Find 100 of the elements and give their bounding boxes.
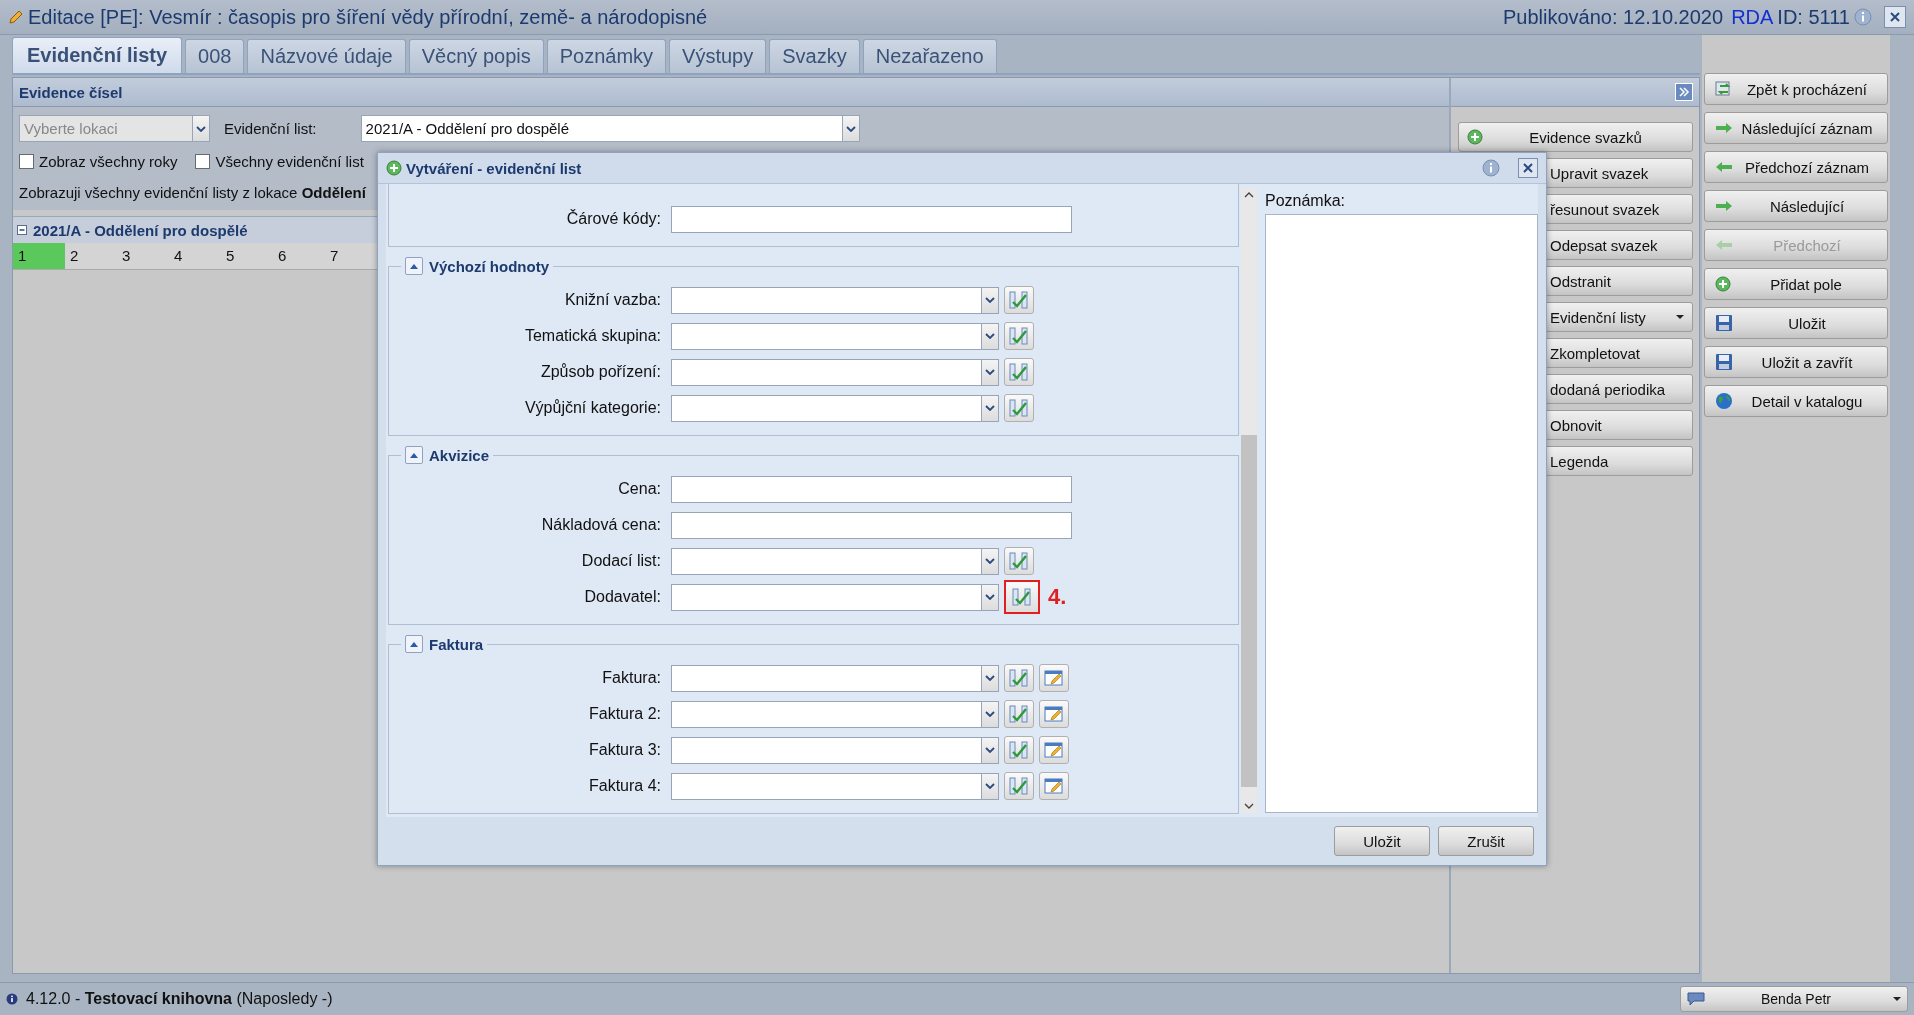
- dropdown-button[interactable]: [981, 700, 999, 728]
- dialog-button[interactable]: Uložit: [1334, 826, 1430, 856]
- issue-cell[interactable]: 1: [13, 243, 65, 269]
- collapse-button[interactable]: [17, 225, 27, 235]
- close-button[interactable]: [1518, 158, 1538, 178]
- tab[interactable]: Věcný popis: [408, 39, 544, 73]
- pick-button[interactable]: [1004, 580, 1040, 614]
- user-button[interactable]: Benda Petr: [1680, 986, 1908, 1012]
- side-button[interactable]: Zpět k procházení: [1704, 73, 1888, 105]
- expand-button[interactable]: [1675, 83, 1693, 101]
- select-field[interactable]: [671, 322, 981, 350]
- tab[interactable]: Svazky: [769, 39, 860, 73]
- edit-button[interactable]: [1039, 700, 1069, 728]
- select-field[interactable]: [671, 394, 981, 422]
- dialog-title: Vytváření - evidenční list: [406, 159, 582, 177]
- tab[interactable]: Výstupy: [669, 39, 767, 73]
- info-icon: [6, 993, 18, 1005]
- chevron-down-icon: [845, 125, 856, 132]
- location-field[interactable]: Vyberte lokaci: [19, 115, 192, 142]
- side-button[interactable]: Následující záznam: [1704, 112, 1888, 144]
- plus-icon: [1467, 129, 1483, 145]
- issue-cell[interactable]: 7: [325, 243, 377, 269]
- issue-cell[interactable]: 2: [65, 243, 117, 269]
- side-button[interactable]: Následující: [1704, 190, 1888, 222]
- dropdown-button[interactable]: [981, 394, 999, 422]
- checkbox[interactable]: [195, 153, 211, 169]
- chevron-down-icon: [985, 558, 995, 564]
- side-button[interactable]: Uložit: [1704, 307, 1888, 339]
- select-field[interactable]: [671, 664, 981, 692]
- triangle-icon: [409, 452, 419, 458]
- collapse-button[interactable]: [405, 257, 423, 275]
- field-label: Způsob pořízení:: [539, 363, 662, 381]
- field-label: Výpůjční kategorie:: [523, 399, 662, 417]
- info-icon[interactable]: [1854, 8, 1872, 26]
- tab[interactable]: Poznámky: [546, 39, 667, 73]
- select-field[interactable]: [671, 286, 981, 314]
- select-field[interactable]: [671, 547, 981, 575]
- select-field[interactable]: [671, 583, 981, 611]
- dropdown-button[interactable]: [981, 547, 999, 575]
- tab[interactable]: 008: [185, 39, 245, 73]
- side-button[interactable]: Přidat pole: [1704, 268, 1888, 300]
- checkbox[interactable]: [19, 153, 34, 169]
- dropdown-button[interactable]: [981, 664, 999, 692]
- step-number: 4.: [1048, 584, 1067, 610]
- pick-button[interactable]: [1004, 547, 1034, 575]
- dropdown-button[interactable]: [981, 286, 999, 314]
- pick-button[interactable]: [1004, 664, 1034, 692]
- side-button[interactable]: Uložit a zavřít: [1704, 346, 1888, 378]
- tab[interactable]: Nezařazeno: [862, 39, 997, 73]
- side-button[interactable]: Předchozí záznam: [1704, 151, 1888, 183]
- section-title: Akvizice: [429, 446, 490, 464]
- select-field[interactable]: [671, 358, 981, 386]
- pick-button[interactable]: [1004, 394, 1034, 422]
- info-text: Zobrazuji všechny evidenční listy z lokace Oddělení: [19, 183, 366, 201]
- field-label: Nákladová cena:: [540, 516, 662, 534]
- pick-button[interactable]: [1004, 322, 1034, 350]
- collapse-button[interactable]: [405, 446, 423, 464]
- pick-button[interactable]: [1004, 700, 1034, 728]
- pick-button[interactable]: [1004, 358, 1034, 386]
- section-title: Faktura: [429, 635, 484, 653]
- scrollbar[interactable]: [1241, 188, 1257, 813]
- side-button[interactable]: Detail v katalogu: [1704, 385, 1888, 417]
- pencil-icon: [8, 9, 24, 25]
- input-field[interactable]: [671, 475, 1072, 503]
- chevron-down-icon: [985, 747, 995, 753]
- note-field[interactable]: [1265, 214, 1538, 813]
- volume-button[interactable]: Evidence svazků: [1458, 122, 1693, 152]
- issue-cell[interactable]: 4: [169, 243, 221, 269]
- pick-button[interactable]: [1004, 772, 1034, 800]
- dropdown-button[interactable]: [981, 736, 999, 764]
- dropdown-button[interactable]: [981, 583, 999, 611]
- tab[interactable]: Názvové údaje: [247, 39, 406, 73]
- pick-button[interactable]: [1004, 736, 1034, 764]
- dropdown-button[interactable]: [981, 322, 999, 350]
- close-button[interactable]: [1884, 6, 1906, 28]
- input-field[interactable]: [671, 511, 1072, 539]
- collapse-button[interactable]: [405, 635, 423, 653]
- tab[interactable]: Evidenční listy: [12, 37, 183, 73]
- select-field[interactable]: [671, 772, 981, 800]
- select-field[interactable]: [671, 700, 981, 728]
- dropdown-button[interactable]: [981, 358, 999, 386]
- pick-button[interactable]: [1004, 286, 1034, 314]
- issue-cell[interactable]: 5: [221, 243, 273, 269]
- minus-icon: [17, 225, 27, 235]
- info-icon[interactable]: [1482, 159, 1500, 177]
- chevron-down-icon: [985, 405, 995, 411]
- select-field[interactable]: [671, 736, 981, 764]
- dialog-button[interactable]: Zrušit: [1438, 826, 1534, 856]
- dropdown-button[interactable]: [981, 772, 999, 800]
- field-label: Cena:: [617, 480, 662, 498]
- list-select[interactable]: 2021/A - Oddělení pro dospělé: [360, 115, 842, 142]
- group-title: 2021/A - Oddělení pro dospělé: [33, 221, 248, 239]
- edit-button[interactable]: [1039, 664, 1069, 692]
- issue-cell[interactable]: 6: [273, 243, 325, 269]
- checklist-icon: [1009, 327, 1029, 345]
- issue-cell[interactable]: 3: [117, 243, 169, 269]
- edit-button[interactable]: [1039, 772, 1069, 800]
- edit-button[interactable]: [1039, 736, 1069, 764]
- dropdown-button[interactable]: [192, 115, 210, 142]
- input-field[interactable]: [671, 205, 1072, 233]
